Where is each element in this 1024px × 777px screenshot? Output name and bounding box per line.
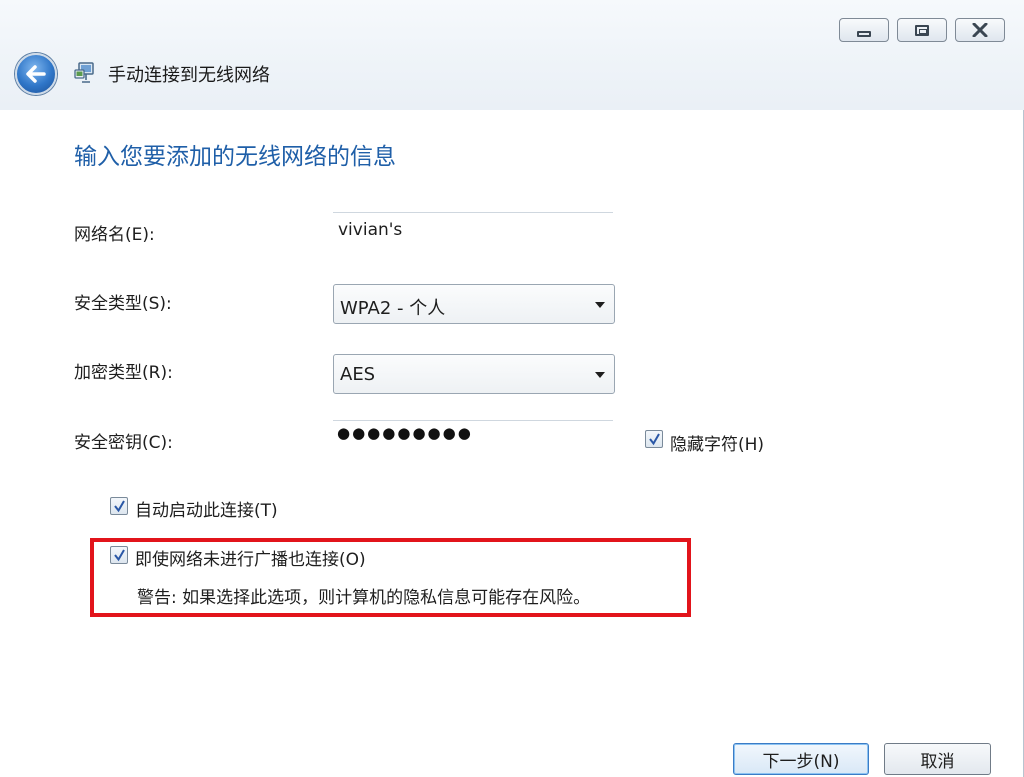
next-button[interactable]: 下一步(N) [733, 743, 869, 775]
auto-start-label[interactable]: 自动启动此连接(T) [135, 496, 278, 521]
caption-buttons [839, 18, 1005, 42]
network-name-label: 网络名(E): [74, 225, 155, 245]
hide-chars-label[interactable]: 隐藏字符(H) [670, 430, 764, 455]
network-name-field-border [333, 212, 613, 213]
security-type-label: 安全类型(S): [74, 294, 172, 314]
encryption-type-value: AES [340, 364, 376, 385]
chevron-down-icon [595, 302, 605, 308]
chevron-down-icon [595, 372, 605, 378]
cancel-button[interactable]: 取消 [884, 743, 991, 775]
encryption-type-label: 加密类型(R): [74, 363, 173, 383]
checkmark-icon [649, 433, 660, 446]
auto-start-checkbox[interactable] [110, 497, 128, 515]
security-key-input[interactable]: ●●●●●●●●● [337, 424, 473, 442]
minimize-icon [840, 19, 888, 41]
network-name-input[interactable]: vivian's [338, 220, 402, 240]
checkmark-icon [114, 549, 125, 562]
privacy-warning-text: 警告: 如果选择此选项，则计算机的隐私信息可能存在风险。 [137, 588, 591, 608]
security-type-value: WPA2 - 个人 [340, 298, 446, 319]
security-key-label: 安全密钥(C): [74, 433, 173, 453]
back-button[interactable] [15, 53, 57, 95]
close-button[interactable] [955, 18, 1005, 42]
maximize-button[interactable] [897, 18, 947, 42]
connect-hidden-label[interactable]: 即使网络未进行广播也连接(O) [135, 545, 366, 570]
dialog-window: 手动连接到无线网络 输入您要添加的无线网络的信息 网络名(E): vivian'… [0, 0, 1024, 777]
network-icon [74, 60, 98, 86]
minimize-button[interactable] [839, 18, 889, 42]
checkmark-icon [114, 500, 125, 513]
security-type-select[interactable]: WPA2 - 个人 [333, 284, 615, 324]
title-bar: 手动连接到无线网络 [0, 0, 1024, 110]
connect-hidden-checkbox[interactable] [110, 546, 128, 564]
close-icon [956, 19, 1004, 41]
hide-chars-checkbox[interactable] [645, 430, 663, 448]
maximize-icon [898, 19, 946, 41]
window-title: 手动连接到无线网络 [108, 65, 270, 86]
security-key-field-border [333, 420, 613, 421]
back-arrow-icon [26, 65, 46, 83]
page-heading: 输入您要添加的无线网络的信息 [74, 144, 396, 170]
encryption-type-select[interactable]: AES [333, 354, 615, 394]
